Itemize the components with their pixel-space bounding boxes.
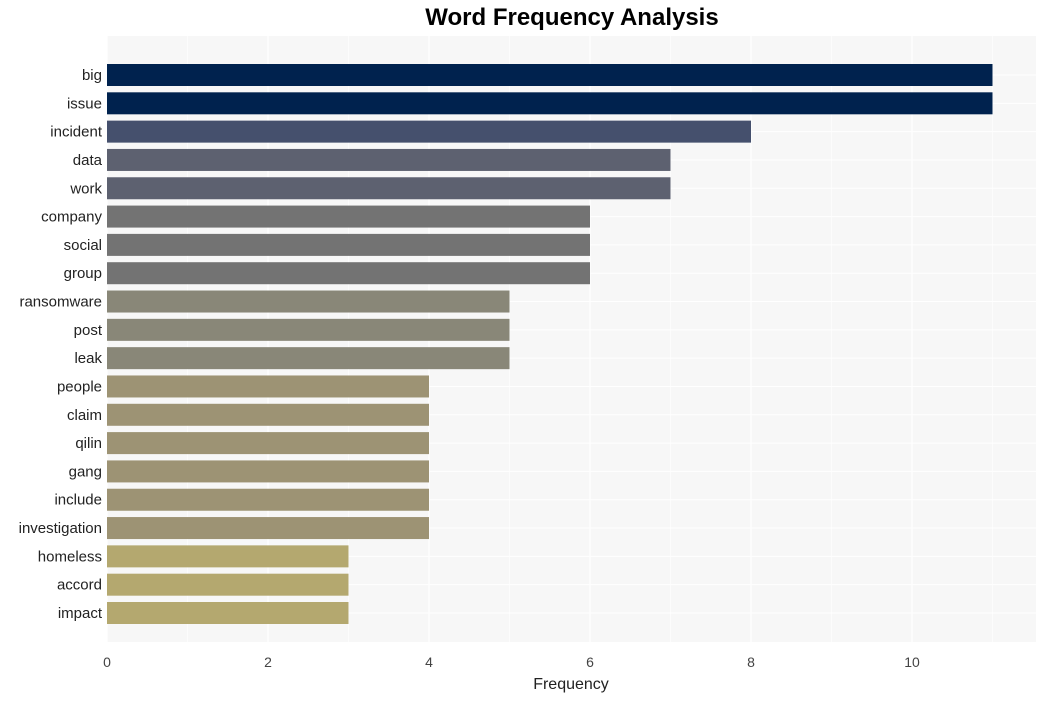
category-label-ransomware: ransomware <box>19 294 102 311</box>
bar-include <box>107 488 429 511</box>
bar-group <box>107 262 590 285</box>
bar-social <box>107 233 590 256</box>
category-labels: big issue incident data work company social gro… <box>19 67 103 622</box>
category-label-qilin: qilin <box>75 435 102 452</box>
bar-impact <box>107 602 349 624</box>
category-label-issue: issue <box>67 95 102 112</box>
category-label-group: group <box>64 265 102 282</box>
bar-work <box>107 177 671 200</box>
category-label-include: include <box>54 492 102 509</box>
x-axis-title: Frequency <box>533 676 609 693</box>
category-label-big: big <box>82 67 102 84</box>
category-label-social: social <box>64 237 102 254</box>
category-label-gang: gang <box>69 463 102 480</box>
category-label-post: post <box>74 322 103 339</box>
category-label-impact: impact <box>58 605 103 622</box>
category-label-claim: claim <box>67 407 102 424</box>
x-tick-label: 6 <box>586 654 594 670</box>
x-tick-label: 8 <box>747 654 755 670</box>
category-label-incident: incident <box>50 124 103 141</box>
x-tick-label: 2 <box>264 654 272 670</box>
category-label-people: people <box>57 378 102 395</box>
category-label-leak: leak <box>74 350 102 367</box>
category-label-investigation: investigation <box>19 520 102 537</box>
bar-accord <box>107 573 349 596</box>
bar-incident <box>107 120 751 143</box>
bar-ransomware <box>107 290 510 313</box>
x-tick-labels: 0 2 4 6 8 10 <box>103 654 920 670</box>
bar-leak <box>107 347 510 370</box>
bar-post <box>107 318 510 341</box>
category-label-accord: accord <box>57 577 102 594</box>
x-tick-label: 0 <box>103 654 111 670</box>
category-label-work: work <box>69 180 102 197</box>
bar-gang <box>107 460 429 483</box>
bar-claim <box>107 403 429 426</box>
bar-issue <box>107 92 993 115</box>
bar-data <box>107 148 671 171</box>
category-label-company: company <box>41 209 102 226</box>
bar-company <box>107 205 590 228</box>
category-label-data: data <box>73 152 103 169</box>
x-tick-label: 10 <box>904 654 920 670</box>
bar-homeless <box>107 545 349 568</box>
bar-people <box>107 375 429 398</box>
bar-qilin <box>107 432 429 455</box>
bar-big <box>107 64 993 86</box>
category-label-homeless: homeless <box>38 548 102 565</box>
x-tick-label: 4 <box>425 654 433 670</box>
bar-chart: big issue incident data work company social gro… <box>19 36 1036 693</box>
bar-investigation <box>107 517 429 540</box>
